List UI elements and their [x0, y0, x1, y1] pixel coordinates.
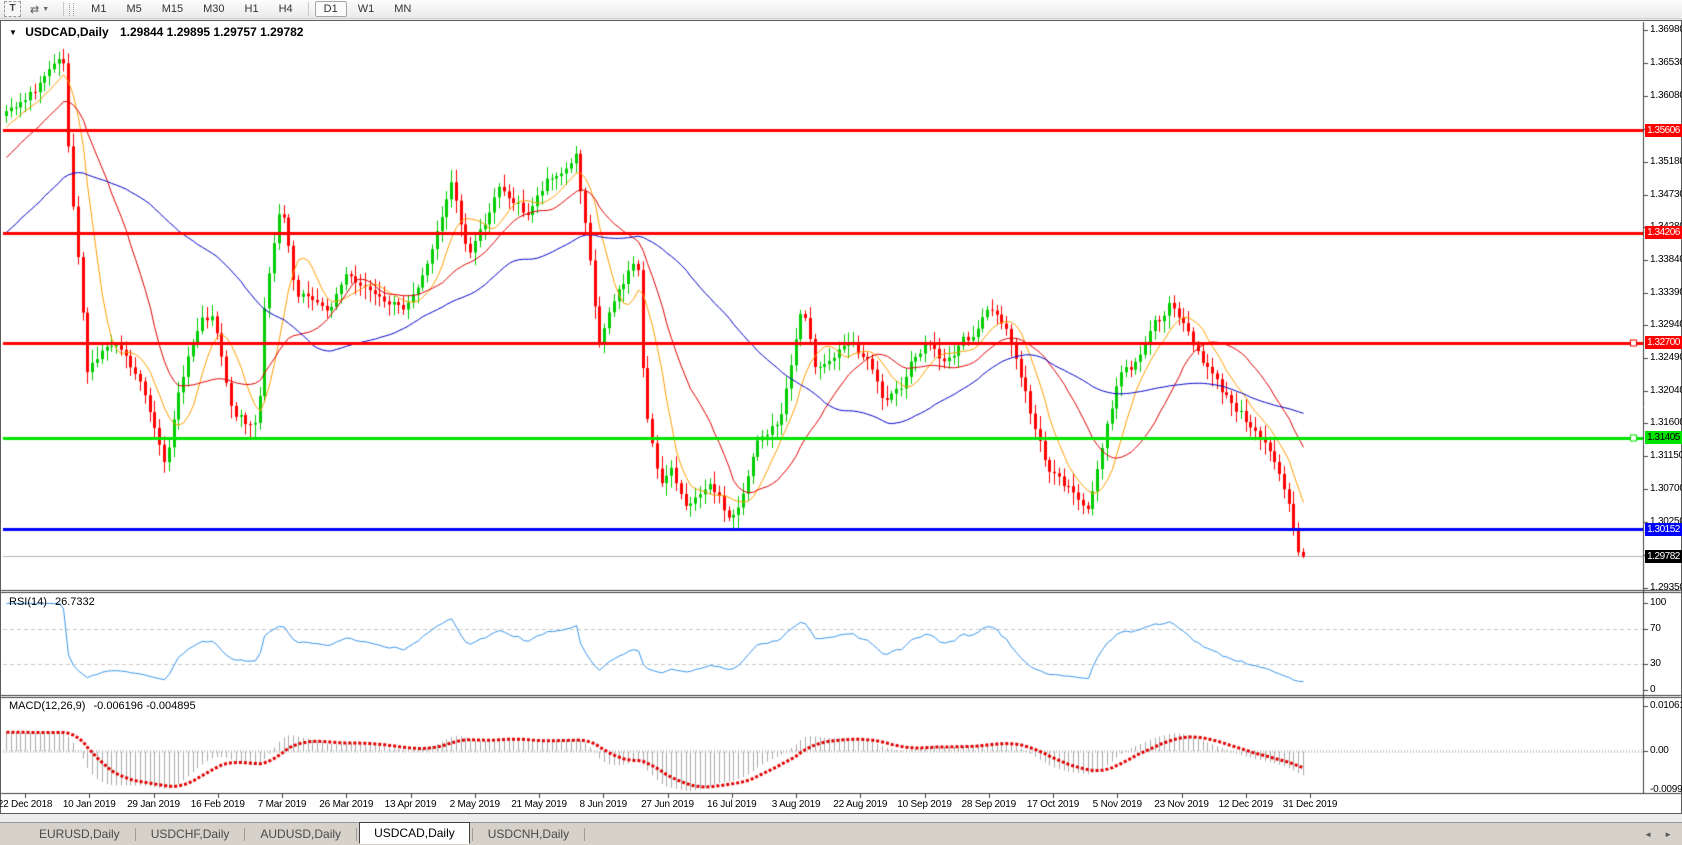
date-label: 21 May 2019	[511, 799, 567, 810]
date-label: 7 Mar 2019	[258, 799, 307, 810]
price-tag-support-green: 1.31405	[1645, 431, 1682, 444]
date-label: 10 Sep 2019	[897, 799, 952, 810]
price-tick-label: 1.36980	[1650, 24, 1682, 35]
date-label: 26 Mar 2019	[319, 799, 373, 810]
date-label: 3 Aug 2019	[772, 799, 821, 810]
tab-usdchf[interactable]: USDCHF,Daily	[138, 824, 243, 844]
date-label: 8 Jun 2019	[580, 799, 628, 810]
tab-separator	[472, 828, 473, 841]
period-button-m1[interactable]: M1	[82, 1, 115, 17]
tab-scroll-right-icon[interactable]: ►	[1664, 830, 1672, 839]
rsi-name: RSI(14)	[9, 596, 47, 608]
text-tool-button[interactable]: T	[4, 1, 21, 17]
period-button-m30[interactable]: M30	[194, 1, 233, 17]
rsi-tick-label: 100	[1650, 597, 1666, 608]
date-label: 13 Apr 2019	[385, 799, 437, 810]
rsi-current-value: 26.7332	[55, 596, 95, 608]
price-tick-label: 1.36080	[1650, 90, 1682, 101]
price-tag-support-blue: 1.30152	[1645, 523, 1682, 536]
arrows-tool-button[interactable]: ⇄ ▼	[27, 2, 52, 17]
symbol-tabbar: EURUSD,DailyUSDCHF,DailyAUDUSD,DailyUSDC…	[0, 822, 1682, 845]
tab-usdcnh[interactable]: USDCNH,Daily	[475, 824, 582, 844]
date-label: 10 Jan 2019	[63, 799, 116, 810]
price-tag-resistance-2: 1.34206	[1645, 226, 1682, 239]
tab-separator	[356, 828, 357, 841]
arrows-tool-icon: ⇄	[30, 3, 39, 16]
date-label: 27 Jun 2019	[641, 799, 694, 810]
chart-ohlc-values: 1.29844 1.29895 1.29757 1.29782	[120, 25, 304, 39]
chevron-down-icon: ▼	[42, 6, 49, 13]
price-tick-label: 1.29350	[1650, 582, 1682, 593]
price-tick-label: 1.33390	[1650, 287, 1682, 298]
date-label: 16 Feb 2019	[191, 799, 245, 810]
period-button-m5[interactable]: M5	[117, 1, 150, 17]
date-label: 2 May 2019	[450, 799, 500, 810]
period-button-h4[interactable]: H4	[270, 1, 302, 17]
price-tag-resistance-3: 1.32700	[1645, 336, 1682, 349]
period-button-m15[interactable]: M15	[153, 1, 192, 17]
price-tick-label: 1.32490	[1650, 352, 1682, 363]
macd-current-values: -0.006196 -0.004895	[93, 700, 195, 712]
macd-tick-label: 0.00	[1650, 745, 1669, 756]
date-label: 17 Oct 2019	[1027, 799, 1079, 810]
tab-usdcad[interactable]: USDCAD,Daily	[359, 822, 470, 844]
tab-separator	[244, 828, 245, 841]
top-toolbar: T ⇄ ▼ M1M5M15M30H1H4 D1W1MN	[0, 0, 1682, 19]
price-tick-label: 1.31600	[1650, 417, 1682, 428]
current-price-tag: 1.29782	[1645, 550, 1682, 563]
price-tick-label: 1.33840	[1650, 254, 1682, 265]
period-button-h1[interactable]: H1	[236, 1, 268, 17]
date-label: 16 Jul 2019	[707, 799, 757, 810]
price-tick-label: 1.30700	[1650, 483, 1682, 494]
price-tick-label: 1.32040	[1650, 385, 1682, 396]
mt4-terminal: { "toolbar": { "text_tool_label": "T", "…	[0, 0, 1682, 845]
price-tick-label: 1.35180	[1650, 156, 1682, 167]
rsi-tick-label: 70	[1650, 623, 1661, 634]
toolbar-separator	[308, 2, 309, 16]
macd-indicator-label: MACD(12,26,9) -0.006196 -0.004895	[9, 700, 196, 712]
tab-scroll-buttons: ◄ ►	[1644, 830, 1672, 839]
date-label: 23 Nov 2019	[1154, 799, 1209, 810]
date-label: 5 Nov 2019	[1093, 799, 1142, 810]
symbol-tabs: EURUSD,DailyUSDCHF,DailyAUDUSD,DailyUSDC…	[26, 823, 585, 845]
rsi-indicator-label: RSI(14) 26.7332	[9, 596, 95, 608]
chart-title: ▼ USDCAD,Daily 1.29844 1.29895 1.29757 1…	[9, 25, 303, 39]
date-label: 28 Sep 2019	[961, 799, 1016, 810]
chart-canvas[interactable]	[0, 0, 1682, 845]
date-label: 31 Dec 2019	[1283, 799, 1338, 810]
rsi-tick-label: 30	[1650, 658, 1661, 669]
tab-scroll-left-icon[interactable]: ◄	[1644, 830, 1652, 839]
toolbar-grip	[69, 3, 74, 16]
period-button-d1[interactable]: D1	[315, 1, 347, 17]
macd-tick-label: 0.010615	[1650, 700, 1682, 711]
chart-dropdown-icon[interactable]: ▼	[9, 28, 17, 37]
price-tick-label: 1.34730	[1650, 189, 1682, 200]
tab-separator	[584, 828, 585, 841]
macd-name: MACD(12,26,9)	[9, 700, 85, 712]
date-label: 22 Aug 2019	[833, 799, 887, 810]
period-button-mn[interactable]: MN	[385, 1, 420, 17]
tab-eurusd[interactable]: EURUSD,Daily	[26, 824, 133, 844]
price-tick-label: 1.36530	[1650, 57, 1682, 68]
tab-audusd[interactable]: AUDUSD,Daily	[247, 824, 354, 844]
macd-tick-label: -0.009918	[1650, 784, 1682, 795]
price-tick-label: 1.32940	[1650, 319, 1682, 330]
chart-symbol-period: USDCAD,Daily	[25, 25, 108, 39]
price-tick-label: 1.31150	[1650, 450, 1682, 461]
period-button-w1[interactable]: W1	[349, 1, 384, 17]
price-tag-resistance-1: 1.35606	[1645, 124, 1682, 137]
timeframe-button-group: M1M5M15M30H1H4 D1W1MN	[81, 1, 421, 17]
date-label: 22 Dec 2018	[0, 799, 52, 810]
tab-separator	[135, 828, 136, 841]
rsi-tick-label: 0	[1650, 684, 1655, 695]
date-label: 29 Jan 2019	[127, 799, 180, 810]
toolbar-separator	[63, 2, 64, 16]
date-label: 12 Dec 2019	[1218, 799, 1273, 810]
